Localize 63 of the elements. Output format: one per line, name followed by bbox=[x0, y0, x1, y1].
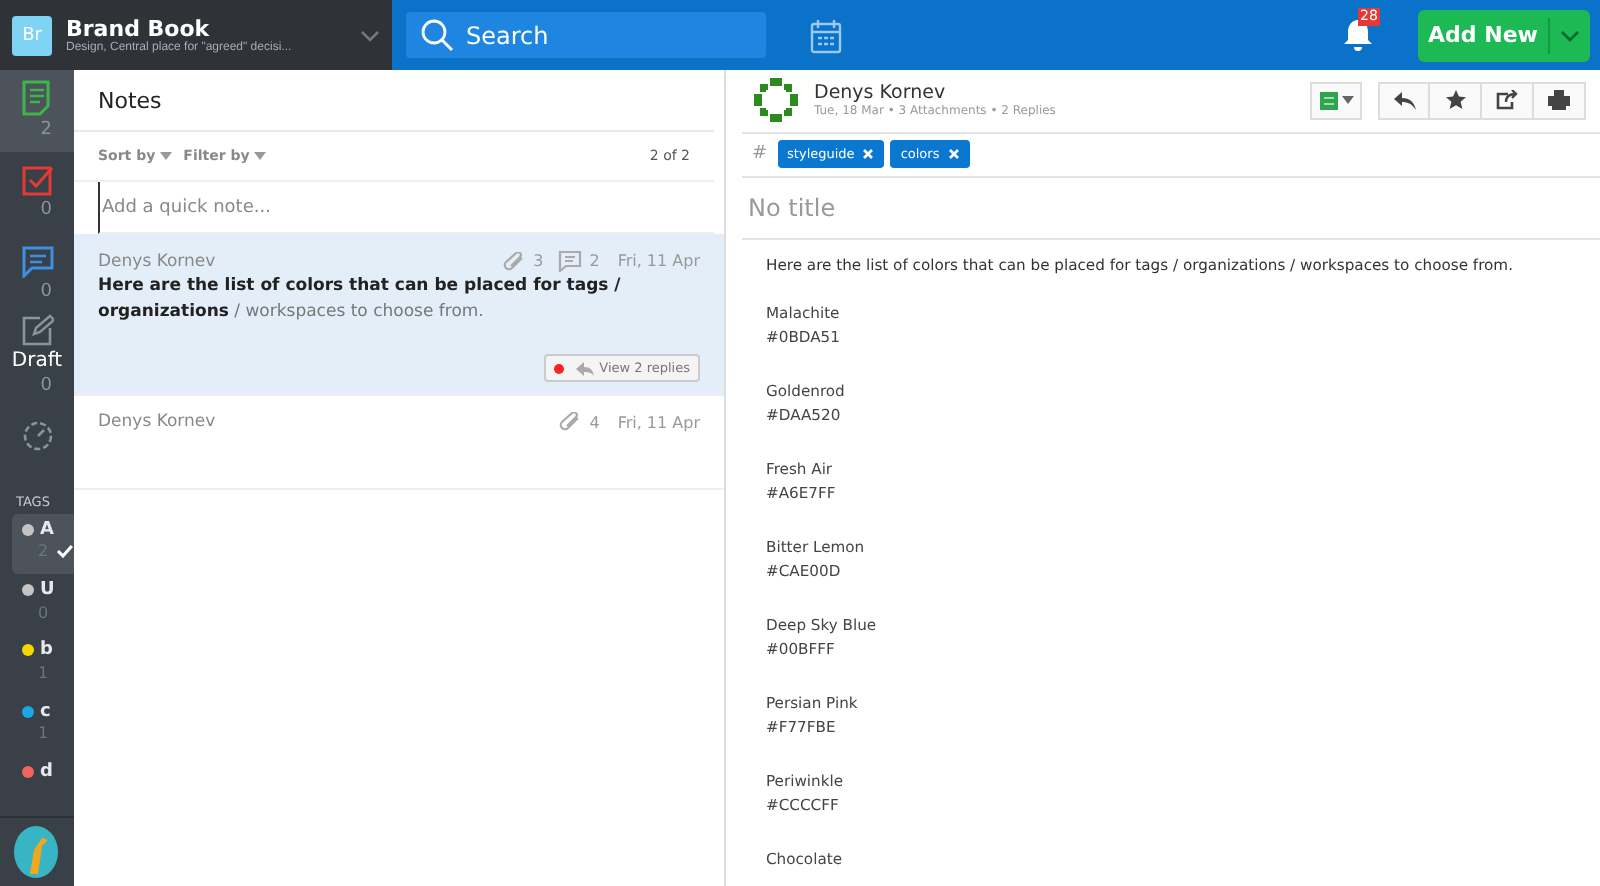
color-picker-button[interactable] bbox=[1310, 81, 1362, 120]
note-icon bbox=[21, 80, 53, 117]
color-swatch-icon bbox=[1319, 91, 1337, 110]
chat-icon bbox=[21, 245, 53, 278]
note-preview: Here are the list of colors that can be placed for tags / organizations / workspaces to choose from. bbox=[98, 274, 623, 326]
user-avatar[interactable] bbox=[14, 825, 58, 878]
workspace-logo: Br bbox=[12, 15, 52, 55]
note-item[interactable]: Denys Kornev 4 Fri, 11 Apr bbox=[74, 396, 724, 490]
search-field[interactable]: Search bbox=[406, 12, 766, 58]
sidebar-item[interactable]: 0 bbox=[0, 232, 74, 315]
item-count: 0 bbox=[40, 376, 52, 397]
note-author: Denys Kornev bbox=[98, 412, 216, 432]
caret-icon[interactable] bbox=[1560, 29, 1580, 41]
paperclip-icon bbox=[557, 412, 582, 432]
tag-label: b bbox=[40, 640, 53, 661]
author-logo bbox=[754, 78, 798, 123]
sidebar-item-label: Draft bbox=[11, 350, 63, 373]
tag-prefix: # bbox=[752, 144, 768, 165]
reply-icon bbox=[575, 361, 594, 375]
caret-icon bbox=[159, 152, 172, 160]
item-count: 0 bbox=[40, 200, 52, 221]
close-icon[interactable] bbox=[947, 148, 960, 161]
search-icon bbox=[420, 18, 454, 52]
caret-icon bbox=[253, 152, 266, 160]
paperclip-icon bbox=[501, 251, 526, 271]
star-icon bbox=[1445, 90, 1465, 111]
note-author: Denys Kornev bbox=[98, 251, 216, 271]
sidebar-item[interactable]: 2 bbox=[0, 70, 74, 152]
note-date: Fri, 11 Apr bbox=[617, 252, 700, 270]
panel-title: Notes bbox=[74, 70, 714, 132]
comment-icon bbox=[557, 250, 582, 272]
bell-icon[interactable] bbox=[1342, 18, 1374, 52]
item-count: 0 bbox=[40, 281, 52, 302]
star-button[interactable] bbox=[1430, 81, 1482, 120]
print-button[interactable] bbox=[1534, 81, 1586, 120]
sidebar-item[interactable]: 0 bbox=[0, 151, 74, 233]
chevron-down-icon bbox=[360, 29, 380, 41]
workspace-name: Brand Book bbox=[66, 16, 210, 42]
author-name: Denys Kornev bbox=[814, 82, 948, 105]
checkmark-icon bbox=[56, 544, 74, 559]
caret-icon bbox=[1341, 96, 1353, 105]
attachment-count: 4 bbox=[589, 413, 600, 431]
calendar-icon[interactable] bbox=[810, 17, 842, 53]
item-count: 2 bbox=[40, 120, 52, 141]
reply-button[interactable] bbox=[1378, 81, 1430, 120]
tag-item[interactable]: d bbox=[12, 755, 74, 816]
task-icon bbox=[21, 164, 53, 197]
gauge-icon bbox=[21, 420, 53, 453]
tag-label: U bbox=[40, 580, 55, 601]
tag-label: d bbox=[40, 761, 53, 782]
reply-icon bbox=[1393, 91, 1415, 110]
share-button[interactable] bbox=[1482, 81, 1534, 120]
sidebar-item[interactable]: Draft 0 bbox=[0, 314, 74, 397]
tag-label: A bbox=[40, 519, 54, 540]
quick-note-field[interactable]: Add a quick note... bbox=[98, 182, 714, 234]
share-icon bbox=[1496, 90, 1518, 111]
add-new-button[interactable]: Add New bbox=[1418, 9, 1590, 61]
tag-label: c bbox=[40, 701, 51, 722]
attachment-count: 3 bbox=[533, 252, 544, 270]
close-icon[interactable] bbox=[862, 148, 875, 161]
comment-count: 2 bbox=[589, 252, 600, 270]
pencil-icon bbox=[21, 314, 53, 347]
note-date: Fri, 11 Apr bbox=[617, 413, 700, 431]
